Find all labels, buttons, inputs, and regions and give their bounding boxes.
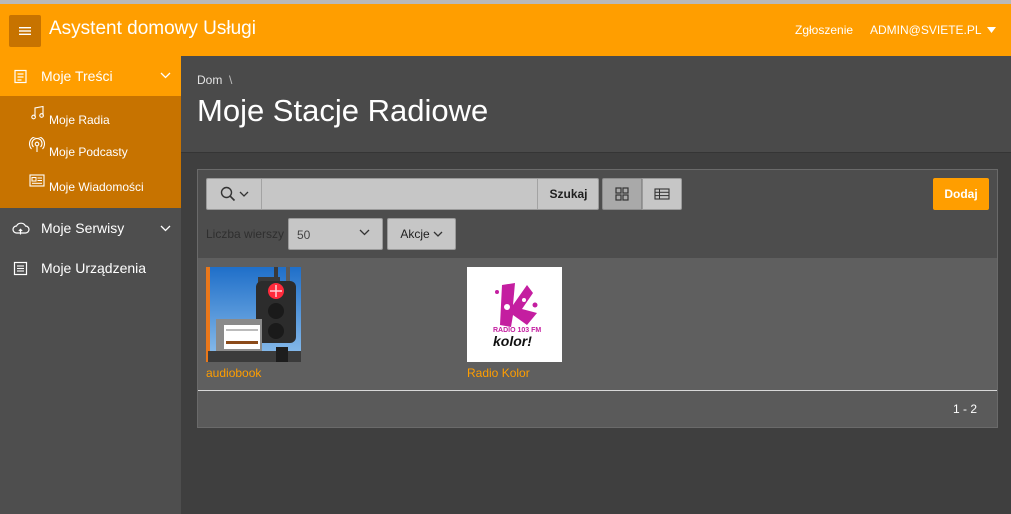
- app-title: Asystent domowy Usługi: [49, 18, 256, 39]
- podcast-icon: [29, 137, 45, 152]
- actions-menu-button[interactable]: Akcje: [387, 218, 456, 250]
- chevron-down-icon: [160, 225, 171, 232]
- card-title[interactable]: audiobook: [206, 366, 261, 380]
- page-header: Dom \ Moje Stacje Radiowe: [181, 56, 1011, 152]
- breadcrumb-home[interactable]: Dom: [197, 73, 222, 87]
- search-icon: [220, 186, 235, 202]
- logo-caption-bottom: kolor!: [493, 333, 532, 349]
- sidebar-submenu: Moje Radia Moje Podcasty Moje Wiadomości: [0, 96, 181, 208]
- report-link[interactable]: Zgłoszenie: [795, 23, 853, 37]
- page-title: Moje Stacje Radiowe: [197, 93, 489, 128]
- card-thumbnail[interactable]: RADIO 103 FM kolor!: [467, 267, 562, 362]
- sidebar-item-label: Moje Wiadomości: [49, 180, 144, 194]
- pagination-status: 1 - 2: [952, 402, 977, 416]
- rows-per-page-select[interactable]: 50: [288, 218, 383, 250]
- sidebar-item-moje-tresci[interactable]: Moje Treści: [0, 56, 181, 96]
- sidebar-item-label: Moje Radia: [49, 113, 110, 127]
- devices-icon: [13, 261, 28, 276]
- search-column-button[interactable]: [207, 179, 262, 209]
- header-divider: [181, 152, 1011, 153]
- search-bar: Szukaj: [206, 178, 599, 210]
- sidebar-item-moje-wiadomosci[interactable]: Moje Wiadomości: [0, 170, 181, 208]
- chevron-down-icon: [433, 231, 443, 237]
- table-view-icon: [654, 188, 670, 200]
- card-audiobook[interactable]: audiobook: [206, 267, 301, 380]
- sidebar-item-moje-urzadzenia[interactable]: Moje Urządzenia: [0, 248, 181, 288]
- chevron-down-icon: [359, 229, 370, 236]
- caret-down-icon: [987, 27, 997, 33]
- sidebar-item-moje-podcasty[interactable]: Moje Podcasty: [0, 133, 181, 170]
- search-input[interactable]: [263, 179, 537, 209]
- cards-region: Szukaj Dodaj Liczba wierszy 50 Akcje aud…: [197, 169, 998, 428]
- chevron-down-icon: [239, 191, 248, 197]
- rows-per-page-label: Liczba wierszy: [206, 227, 285, 241]
- grid-view-button[interactable]: [602, 178, 642, 210]
- app-header: Asystent domowy Usługi Zgłoszenie ADMIN@…: [0, 4, 1011, 56]
- sidebar-item-label: Moje Serwisy: [41, 220, 125, 236]
- cards-grid: audiobook RADIO 103 FM kolor! Radio Kolo…: [198, 258, 997, 390]
- music-note-icon: [31, 105, 44, 120]
- newspaper-icon: [29, 174, 45, 187]
- cloud-services-icon: [12, 222, 30, 235]
- grid-view-icon: [615, 187, 629, 201]
- sidebar-item-label: Moje Treści: [41, 68, 113, 84]
- sidebar-item-label: Moje Podcasty: [49, 145, 128, 159]
- breadcrumb-separator: \: [229, 73, 233, 87]
- hamburger-menu-button[interactable]: [9, 15, 41, 47]
- report-toolbar: Szukaj Dodaj Liczba wierszy 50 Akcje: [198, 170, 997, 258]
- sidebar: Moje Treści Moje Radia Moje Podcasty Moj…: [0, 56, 181, 514]
- card-thumbnail[interactable]: [206, 267, 301, 362]
- hamburger-icon: [19, 27, 31, 35]
- table-view-button[interactable]: [642, 178, 682, 210]
- user-menu[interactable]: ADMIN@SVIETE.PL: [870, 23, 997, 37]
- traffic-light-photo-icon: [206, 267, 301, 362]
- actions-label: Akcje: [400, 227, 430, 241]
- sidebar-item-moje-serwisy[interactable]: Moje Serwisy: [0, 208, 181, 248]
- sidebar-item-moje-radia[interactable]: Moje Radia: [0, 96, 181, 133]
- card-radio-kolor[interactable]: RADIO 103 FM kolor! Radio Kolor: [467, 267, 562, 380]
- search-button[interactable]: Szukaj: [537, 179, 599, 209]
- region-footer: 1 - 2: [198, 391, 997, 427]
- card-title[interactable]: Radio Kolor: [467, 366, 530, 380]
- rows-per-page-value: 50: [297, 228, 311, 242]
- user-menu-label: ADMIN@SVIETE.PL: [870, 23, 982, 37]
- sidebar-item-label: Moje Urządzenia: [41, 260, 147, 276]
- chevron-up-icon: [160, 72, 171, 79]
- add-button[interactable]: Dodaj: [933, 178, 989, 210]
- content-icon: [14, 69, 27, 84]
